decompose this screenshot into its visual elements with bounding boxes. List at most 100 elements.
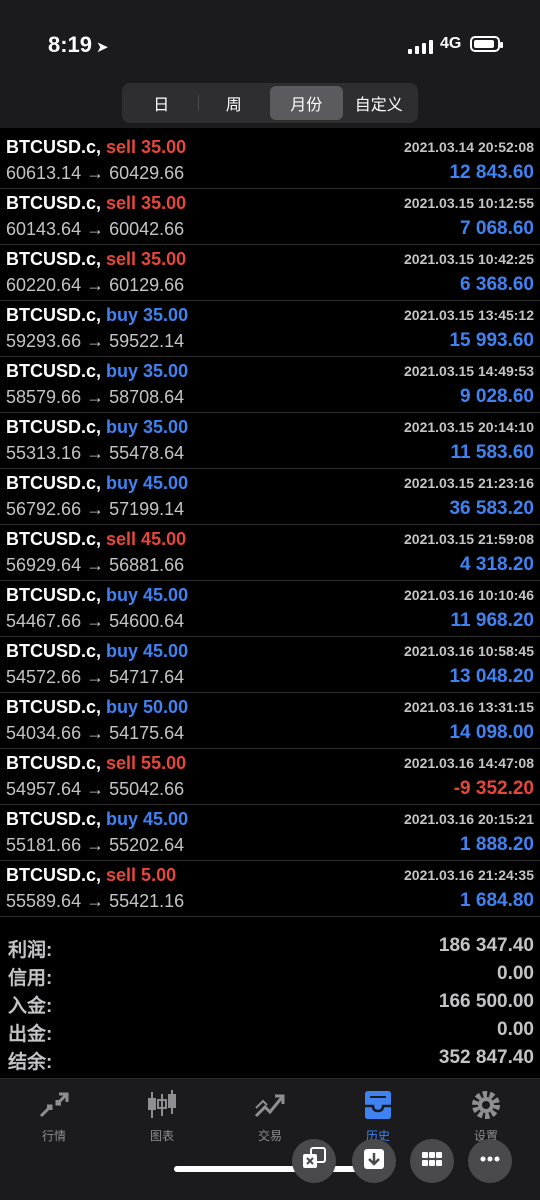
trade-row[interactable]: BTCUSD.c, buy 45.00 54572.66 → 54717.64 20…	[0, 637, 540, 693]
trade-chart-icon	[230, 1087, 310, 1123]
summary-value: 166 500.00	[438, 991, 534, 1012]
trade-symbol: BTCUSD.c,	[6, 361, 102, 381]
tab-charts-label: 图表	[149, 1129, 174, 1143]
trade-symbol: BTCUSD.c,	[6, 753, 102, 773]
trade-side-volume: buy 45.00	[106, 585, 189, 605]
trade-prices: 56929.64 → 56881.66	[6, 555, 185, 575]
trade-history-list: BTCUSD.c, sell 35.00 60613.14 → 60429.66 2…	[0, 133, 540, 917]
trade-prices: 54467.66 → 54600.64	[6, 611, 185, 631]
trade-profit: 1 888.20	[460, 834, 534, 855]
summary-label: 入金:	[8, 996, 53, 1017]
status-time-group: 8:19 ➤	[48, 32, 109, 58]
trade-side-volume: sell 35.00	[106, 137, 187, 157]
more-icon	[477, 1146, 503, 1177]
trade-row[interactable]: BTCUSD.c, sell 5.00 55589.64 → 55421.16 20…	[0, 861, 540, 917]
trade-row[interactable]: BTCUSD.c, sell 55.00 54957.64 → 55042.66 2…	[0, 749, 540, 805]
trade-side-volume: buy 35.00	[106, 417, 189, 437]
gear-icon	[446, 1087, 526, 1123]
trade-datetime: 2021.03.15 21:23:16	[404, 475, 534, 491]
candlestick-chart-icon	[122, 1087, 202, 1123]
trade-profit: 15 993.60	[449, 330, 534, 351]
trade-side-volume: buy 35.00	[106, 305, 189, 325]
translate-button[interactable]	[292, 1139, 336, 1183]
summary-value: 0.00	[497, 1019, 534, 1040]
trade-symbol: BTCUSD.c,	[6, 249, 102, 269]
trade-side-volume: sell 55.00	[106, 753, 187, 773]
trade-prices: 58579.66 → 58708.64	[6, 387, 185, 407]
trade-datetime: 2021.03.15 14:49:53	[404, 363, 534, 379]
tab-history[interactable]: 历史	[338, 1087, 418, 1144]
trade-row[interactable]: BTCUSD.c, buy 45.00 54467.66 → 54600.64 20…	[0, 581, 540, 637]
more-button[interactable]	[468, 1139, 512, 1183]
translate-icon	[301, 1146, 327, 1177]
summary-row-profit: 利润: 186 347.40	[0, 933, 540, 961]
summary-label: 结余:	[8, 1052, 53, 1073]
trade-profit: 11 583.60	[450, 442, 534, 463]
trade-profit: 11 968.20	[450, 610, 534, 631]
trade-prices: 55181.66 → 55202.64	[6, 835, 185, 855]
trade-profit: 36 583.20	[449, 498, 534, 519]
trade-datetime: 2021.03.16 10:58:45	[404, 643, 534, 659]
grid-button[interactable]	[410, 1139, 454, 1183]
trade-datetime: 2021.03.16 20:15:21	[404, 811, 534, 827]
download-icon	[361, 1146, 387, 1177]
trade-row[interactable]: BTCUSD.c, buy 35.00 58579.66 → 58708.64 20…	[0, 357, 540, 413]
trade-profit: 6 368.60	[460, 274, 534, 295]
trade-profit: 9 028.60	[460, 386, 534, 407]
trade-symbol: BTCUSD.c,	[6, 809, 102, 829]
trade-symbol-line: BTCUSD.c, buy 35.00	[6, 417, 188, 438]
trade-side-volume: sell 45.00	[106, 529, 187, 549]
trade-prices: 60220.64 → 60129.66	[6, 275, 185, 295]
status-time: 8:19	[48, 32, 93, 57]
trade-symbol: BTCUSD.c,	[6, 137, 102, 157]
trade-side-volume: sell 5.00	[106, 865, 177, 885]
tab-trade[interactable]: 交易	[230, 1087, 310, 1144]
trade-symbol: BTCUSD.c,	[6, 193, 102, 213]
trade-prices: 54034.66 → 54175.64	[6, 723, 185, 743]
download-button[interactable]	[352, 1139, 396, 1183]
trade-row[interactable]: BTCUSD.c, sell 35.00 60613.14 → 60429.66 2…	[0, 133, 540, 189]
tab-quotes-label: 行情	[41, 1129, 66, 1143]
trade-symbol-line: BTCUSD.c, buy 45.00	[6, 809, 188, 830]
trade-profit: 7 068.60	[460, 218, 534, 239]
trade-symbol: BTCUSD.c,	[6, 305, 102, 325]
trade-symbol: BTCUSD.c,	[6, 585, 102, 605]
trade-profit: 13 048.20	[449, 666, 534, 687]
tab-month[interactable]: 月份	[270, 86, 343, 120]
trade-prices: 60143.64 → 60042.66	[6, 219, 185, 239]
trade-row[interactable]: BTCUSD.c, buy 35.00 59293.66 → 59522.14 20…	[0, 301, 540, 357]
trade-row[interactable]: BTCUSD.c, buy 35.00 55313.16 → 55478.64 20…	[0, 413, 540, 469]
trade-row[interactable]: BTCUSD.c, buy 50.00 54034.66 → 54175.64 20…	[0, 693, 540, 749]
trade-symbol-line: BTCUSD.c, sell 45.00	[6, 529, 186, 550]
tab-week[interactable]: 周	[197, 86, 271, 120]
trade-row[interactable]: BTCUSD.c, buy 45.00 55181.66 → 55202.64 20…	[0, 805, 540, 861]
trade-datetime: 2021.03.16 10:10:46	[404, 587, 534, 603]
cellular-signal-icon	[408, 38, 433, 54]
trade-profit: -9 352.20	[453, 778, 534, 799]
trade-datetime: 2021.03.15 20:14:10	[404, 419, 534, 435]
trade-symbol: BTCUSD.c,	[6, 697, 102, 717]
summary-label: 信用:	[8, 968, 53, 989]
trade-side-volume: sell 35.00	[106, 249, 187, 269]
tab-day[interactable]: 日	[125, 86, 198, 120]
bottom-tab-bar: 行情 图表 交易 历史 设置	[0, 1078, 540, 1200]
trade-symbol: BTCUSD.c,	[6, 641, 102, 661]
trade-symbol: BTCUSD.c,	[6, 529, 102, 549]
tab-charts[interactable]: 图表	[122, 1087, 202, 1144]
trade-side-volume: sell 35.00	[106, 193, 187, 213]
trade-row[interactable]: BTCUSD.c, sell 45.00 56929.64 → 56881.66 2…	[0, 525, 540, 581]
trade-prices: 56792.66 → 57199.14	[6, 499, 185, 519]
location-arrow-icon: ➤	[96, 39, 109, 56]
tab-settings[interactable]: 设置	[446, 1087, 526, 1144]
trade-side-volume: buy 45.00	[106, 473, 189, 493]
trade-row[interactable]: BTCUSD.c, sell 35.00 60220.64 → 60129.66 2…	[0, 245, 540, 301]
trade-row[interactable]: BTCUSD.c, buy 45.00 56792.66 → 57199.14 20…	[0, 469, 540, 525]
trade-datetime: 2021.03.16 21:24:35	[404, 867, 534, 883]
trade-datetime: 2021.03.15 21:59:08	[404, 531, 534, 547]
trade-profit: 4 318.20	[460, 554, 534, 575]
trade-row[interactable]: BTCUSD.c, sell 35.00 60143.64 → 60042.66 2…	[0, 189, 540, 245]
tab-custom[interactable]: 自定义	[343, 86, 416, 120]
summary-label: 出金:	[8, 1024, 53, 1045]
tab-quotes[interactable]: 行情	[14, 1087, 94, 1144]
trade-prices: 55313.16 → 55478.64	[6, 443, 185, 463]
